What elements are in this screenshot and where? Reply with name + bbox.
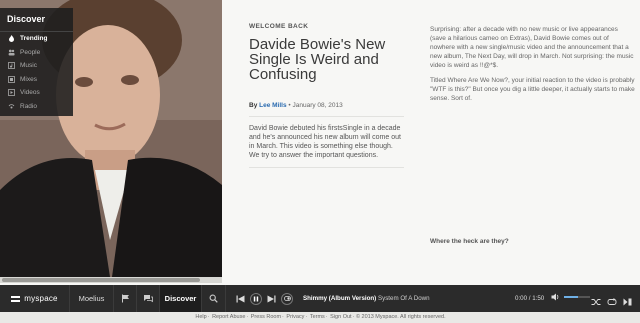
discover-button[interactable]: Discover [160, 285, 202, 312]
horizontal-scrollbar[interactable] [0, 277, 222, 283]
byline-prefix: By [249, 102, 258, 109]
footer-link-press-room[interactable]: Press Room [251, 314, 281, 320]
body-paragraph: Titled Where Are We Now?, your initial r… [430, 77, 635, 102]
flag-icon [121, 290, 130, 308]
menu-item-radio[interactable]: Radio [0, 100, 73, 114]
playback-controls [226, 290, 293, 308]
next-button[interactable] [267, 290, 276, 308]
author-link[interactable]: Lee Mills [259, 102, 286, 109]
discover-menu-title: Discover [0, 8, 73, 32]
track-artist: System Of A Down [377, 295, 430, 302]
menu-item-label: Radio [20, 102, 37, 110]
radio-icon [8, 103, 15, 110]
pause-button[interactable] [250, 292, 262, 305]
volume-control[interactable] [551, 293, 590, 301]
toggle-button[interactable] [281, 292, 293, 305]
footer-links: Help· Report Abuse· Press Room· Privacy·… [195, 314, 356, 320]
menu-item-mixes[interactable]: Mixes [0, 73, 73, 87]
volume-level [564, 296, 579, 298]
footer-link-terms[interactable]: Terms [310, 314, 325, 320]
menu-item-videos[interactable]: Videos [0, 86, 73, 100]
menu-item-label: Videos [20, 89, 40, 96]
volume-slider[interactable] [564, 296, 590, 298]
menu-item-label: People [20, 48, 41, 56]
myspace-logo[interactable]: myspace [0, 285, 70, 312]
music-icon [8, 62, 15, 70]
article-date: • January 08, 2013 [288, 102, 343, 109]
previous-icon [236, 295, 245, 302]
discover-menu: Discover Trending People Music Mixes Vid… [0, 8, 73, 116]
menu-item-trending[interactable]: Trending [0, 32, 73, 46]
footer-link-report-abuse[interactable]: Report Abuse [212, 314, 245, 320]
article: WELCOME BACK Davide Bowie's New Single I… [249, 23, 404, 168]
player-bar: myspace Moelius Discover Shimmy (Album V… [0, 285, 640, 312]
menu-item-music[interactable]: Music [0, 59, 73, 73]
search-icon [209, 290, 218, 308]
search-button[interactable] [202, 285, 226, 312]
divider [249, 116, 404, 117]
logo-text: myspace [24, 294, 58, 303]
article-summary: David Bowie debuted his firstsSingle in … [249, 125, 401, 159]
flag-button[interactable] [114, 285, 137, 312]
flame-icon [8, 35, 15, 43]
article-title: Davide Bowie's New Single Is Weird and C… [249, 36, 386, 83]
footer-link-privacy[interactable]: Privacy [286, 314, 304, 320]
article-body: Surprising: after a decade with no new m… [430, 25, 635, 245]
menu-item-people[interactable]: People [0, 46, 73, 60]
toggle-icon [283, 296, 291, 301]
logo-bars-icon [11, 295, 21, 302]
repeat-icon [607, 298, 617, 305]
shuffle-icon [591, 299, 601, 305]
chat-button[interactable] [137, 285, 160, 312]
people-icon [8, 49, 15, 56]
menu-item-label: Music [20, 62, 37, 69]
footer-link-help[interactable]: Help [195, 314, 206, 320]
username: Moelius [78, 294, 105, 303]
menu-item-label: Mixes [20, 75, 37, 83]
track-title: Shimmy (Album Version) [303, 295, 377, 302]
volume-icon [551, 293, 559, 301]
previous-button[interactable] [236, 290, 245, 308]
article-kicker: WELCOME BACK [249, 23, 309, 30]
pause-icon [253, 296, 259, 301]
article-byline: By Lee Mills • January 08, 2013 [249, 102, 404, 109]
next-icon [267, 295, 276, 302]
scrollbar-thumb[interactable] [2, 278, 200, 282]
track-time: 0:00 / 1:50 [515, 295, 545, 302]
video-icon [8, 89, 15, 97]
repeat-button[interactable] [607, 293, 617, 311]
menu-item-label: Trending [20, 35, 48, 42]
discover-label: Discover [164, 294, 197, 303]
body-paragraph: Surprising: after a decade with no new m… [430, 26, 634, 69]
footer: Help· Report Abuse· Press Room· Privacy·… [0, 312, 640, 323]
chat-icon [143, 290, 153, 308]
mixes-icon [8, 75, 15, 83]
divider [249, 167, 404, 168]
shuffle-button[interactable] [591, 293, 601, 311]
section-heading: Where the heck are they? [430, 238, 509, 245]
queue-button[interactable] [623, 293, 632, 311]
queue-icon [623, 298, 632, 306]
copyright: © 2013 Myspace. All rights reserved. [355, 314, 446, 320]
user-profile-button[interactable]: Moelius [70, 285, 114, 312]
footer-link-sign-out[interactable]: Sign Out [330, 314, 351, 320]
now-playing[interactable]: Shimmy (Album Version) System Of A Down [303, 295, 430, 302]
